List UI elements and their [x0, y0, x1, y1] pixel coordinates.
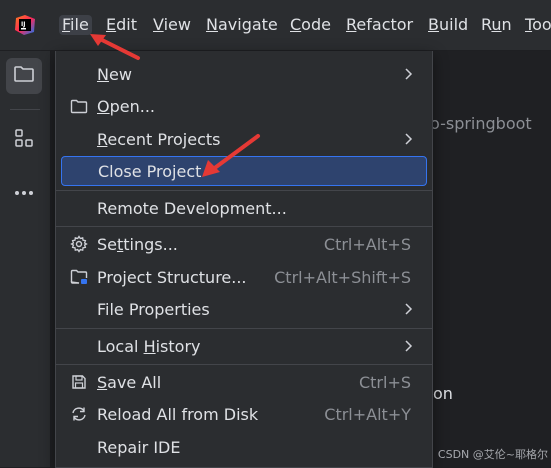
settings-shortcut: Ctrl+Alt+S: [323, 234, 411, 254]
more-horizontal-icon: [13, 181, 35, 200]
project-tool-button[interactable]: [6, 58, 42, 94]
gear-icon: [70, 235, 88, 253]
reload-icon: [70, 405, 88, 423]
folder-icon: [13, 65, 35, 87]
menu-navigate[interactable]: Navigate: [206, 15, 278, 35]
structure-icon: [13, 127, 35, 153]
menu-item-close-project-label: Close Project: [98, 161, 202, 181]
menu-edit-mnemonic: E: [106, 15, 117, 34]
menu-item-remote-development-label: Remote Development...: [97, 198, 287, 218]
menu-separator: [56, 190, 432, 191]
menu-navigate-rest: avigate: [217, 15, 278, 34]
menu-separator: [56, 328, 432, 329]
menu-view-rest: iew: [163, 15, 191, 34]
menu-item-close-project[interactable]: Close Project: [61, 156, 427, 186]
menu-tools-rest: oo: [532, 15, 551, 34]
menu-file-mnemonic: F: [62, 15, 71, 34]
menu-refactor[interactable]: Refactor: [346, 15, 413, 35]
menu-item-settings[interactable]: Settings... Ctrl+Alt+S: [61, 229, 427, 259]
menu-edit-rest: dit: [116, 15, 137, 34]
submenu-arrow-icon: [405, 303, 413, 315]
menu-code-mnemonic: C: [290, 15, 302, 34]
save-all-shortcut: Ctrl+S: [358, 372, 411, 392]
menu-item-settings-label: Settings...: [97, 234, 178, 254]
menu-view-mnemonic: V: [153, 15, 164, 34]
menu-code[interactable]: Code: [290, 15, 331, 35]
menu-file[interactable]: File: [59, 15, 92, 35]
menu-item-reload-all[interactable]: Reload All from Disk Ctrl+Alt+Y: [61, 399, 427, 429]
open-mnemonic: O: [97, 96, 110, 116]
background-text-fragment: on: [433, 384, 453, 403]
watermark-text: CSDN @艾伦~耶格尔: [437, 448, 548, 461]
menu-separator: [56, 226, 432, 227]
project-structure-shortcut: Ctrl+Alt+Shift+S: [274, 267, 411, 287]
project-structure-icon: [70, 268, 88, 286]
submenu-arrow-icon: [405, 133, 413, 145]
more-tools-button[interactable]: [6, 172, 42, 208]
new-mnemonic: N: [97, 64, 109, 84]
menu-item-new-label: New: [97, 64, 132, 84]
menu-build-rest: uild: [438, 15, 469, 34]
menu-item-new[interactable]: New: [61, 59, 427, 89]
menu-navigate-mnemonic: N: [206, 15, 218, 34]
menu-view[interactable]: View: [153, 15, 191, 35]
menu-item-repair-ide[interactable]: Repair IDE: [61, 432, 427, 462]
menu-run-mnemonic: u: [491, 15, 502, 34]
menu-item-open[interactable]: Open...: [61, 91, 427, 121]
menu-run-rest: n: [501, 15, 512, 34]
intellij-logo-icon: IJ: [14, 14, 36, 36]
sidebar-divider: [10, 109, 40, 110]
tool-window-sidebar: [0, 51, 51, 467]
reload-all-shortcut: Ctrl+Alt+Y: [324, 404, 411, 424]
menu-item-save-all-label: Save All: [97, 372, 162, 392]
menu-item-project-structure-label: Project Structure...: [97, 267, 247, 287]
svg-text:IJ: IJ: [21, 21, 25, 28]
menu-separator: [56, 364, 432, 365]
project-name-fragment: o-springboot: [430, 114, 532, 133]
menu-item-repair-ide-label: Repair IDE: [97, 437, 181, 457]
menu-tools-mnemonic: T: [525, 15, 533, 34]
folder-icon: [70, 97, 88, 115]
menu-item-reload-all-label: Reload All from Disk: [97, 404, 259, 424]
menu-item-save-all[interactable]: Save All Ctrl+S: [61, 367, 427, 397]
structure-tool-button[interactable]: [6, 122, 42, 158]
settings-mnemonic: t: [117, 234, 124, 254]
local-history-mnemonic: H: [143, 336, 156, 356]
menu-item-recent-projects-label: Recent Projects: [97, 129, 221, 149]
submenu-arrow-icon: [405, 68, 413, 80]
menu-build-mnemonic: B: [428, 15, 439, 34]
save-icon: [70, 373, 88, 391]
menu-refactor-mnemonic: R: [346, 15, 357, 34]
menu-run[interactable]: Run: [481, 15, 512, 35]
save-all-mnemonic: S: [97, 372, 108, 392]
file-menu-dropdown: New Open... Recent Projects Close Projec…: [55, 51, 433, 468]
menu-item-file-properties-label: File Properties: [97, 299, 210, 319]
menu-build[interactable]: Build: [428, 15, 468, 35]
submenu-arrow-icon: [405, 340, 413, 352]
menu-file-rest: ile: [70, 15, 89, 34]
main-menu-bar: IJ File Edit View Navigate Code Refactor…: [0, 0, 551, 51]
menu-item-file-properties[interactable]: File Properties: [61, 294, 427, 324]
menu-refactor-rest: efactor: [356, 15, 414, 34]
menu-item-remote-development[interactable]: Remote Development...: [61, 193, 427, 223]
menu-run-pre: R: [481, 15, 492, 34]
menu-item-local-history-label: Local History: [97, 336, 201, 356]
recent-mnemonic: R: [97, 129, 108, 149]
menu-tools[interactable]: Too: [525, 15, 551, 35]
menu-code-rest: ode: [301, 15, 331, 34]
menu-edit[interactable]: Edit: [106, 15, 137, 35]
menu-item-open-label: Open...: [97, 96, 155, 116]
menu-item-project-structure[interactable]: Project Structure... Ctrl+Alt+Shift+S: [61, 262, 427, 292]
menu-item-recent-projects[interactable]: Recent Projects: [61, 124, 427, 154]
menu-item-local-history[interactable]: Local History: [61, 331, 427, 361]
